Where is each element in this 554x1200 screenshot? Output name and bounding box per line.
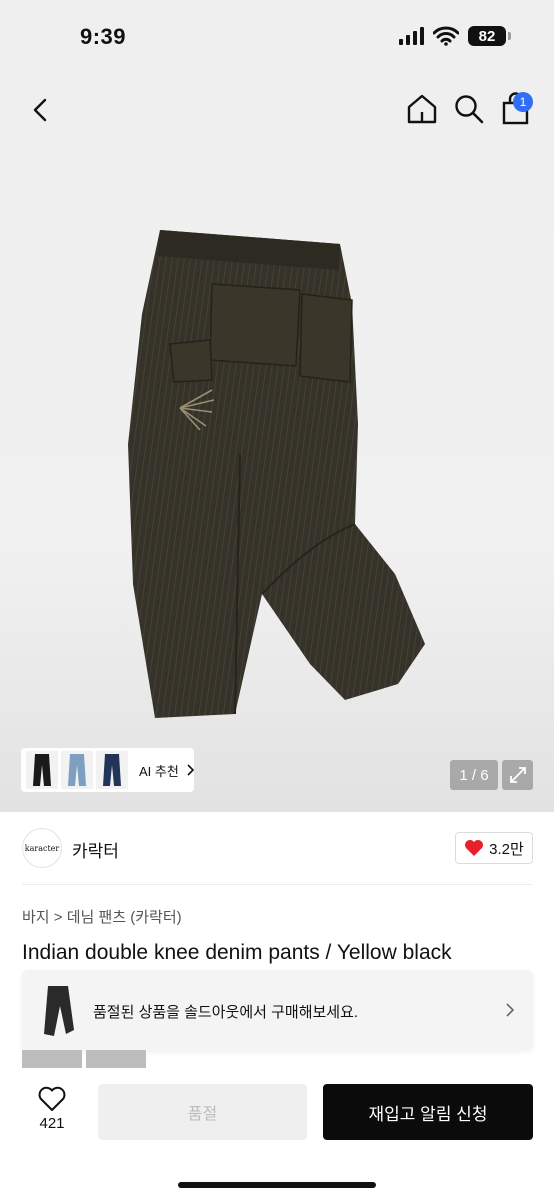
wishlist-count: 421 [39, 1115, 65, 1132]
image-counter: 1 / 6 [450, 760, 498, 790]
expand-image-button[interactable] [502, 760, 533, 790]
chevron-right-icon [506, 1003, 515, 1017]
brand-like-button[interactable]: 3.2만 [455, 832, 533, 864]
cart-badge: 1 [513, 92, 533, 112]
brand-name[interactable]: 카락터 [72, 837, 119, 862]
heart-filled-icon [465, 840, 484, 856]
breadcrumb[interactable]: 바지 > 데님 팬츠 (카락터) [22, 906, 182, 927]
back-button[interactable] [24, 92, 56, 128]
chevron-right-icon [186, 764, 194, 776]
nav-bar [0, 76, 554, 144]
wifi-icon [433, 26, 459, 46]
home-icon [407, 94, 437, 124]
bottom-action-bar: 421 품절 재입고 알림 신청 [0, 1068, 554, 1200]
product-photo-pants [128, 230, 425, 718]
brand-like-count: 3.2만 [489, 840, 524, 858]
ai-thumb-lightblue [61, 751, 93, 789]
soldout-banner[interactable]: 품절된 상품을 솔드아웃에서 구매해보세요. [22, 970, 533, 1050]
home-button[interactable] [405, 92, 439, 126]
search-icon [455, 95, 484, 124]
soldout-banner-text: 품절된 상품을 솔드아웃에서 구매해보세요. [93, 1004, 359, 1021]
product-image-gallery[interactable]: AI 추천 1 / 6 [0, 144, 554, 812]
search-button[interactable] [452, 92, 486, 126]
product-title: Indian double knee denim pants / Yellow … [22, 941, 452, 964]
ai-thumb-black [26, 751, 58, 789]
restock-alert-button[interactable]: 재입고 알림 신청 [323, 1084, 533, 1140]
ai-thumb-navy [96, 751, 128, 789]
status-bar: 9:39 82 [0, 0, 554, 76]
detail-thumbnail-strip[interactable] [22, 1050, 146, 1068]
soldout-thumb-image [44, 986, 74, 1036]
ai-recommend-label: AI 추천 [139, 763, 179, 779]
expand-icon [509, 767, 526, 783]
ai-recommend-button[interactable]: AI 추천 [21, 748, 194, 792]
chevron-left-icon [33, 98, 47, 122]
soldout-button: 품절 [98, 1084, 307, 1140]
home-indicator [178, 1182, 376, 1188]
detail-thumbnail[interactable] [22, 1050, 82, 1068]
status-time: 9:39 [80, 24, 127, 49]
signal-icon [399, 27, 424, 45]
brand-logo[interactable]: karacter [22, 828, 62, 868]
heart-outline-icon [38, 1086, 66, 1111]
detail-thumbnail[interactable] [86, 1050, 146, 1068]
divider [22, 884, 532, 885]
status-icons: 82 [399, 26, 511, 46]
battery-icon: 82 [468, 26, 511, 46]
wishlist-button[interactable]: 421 [28, 1086, 76, 1132]
brand-row[interactable]: karacter 카락터 3.2만 [0, 812, 554, 884]
